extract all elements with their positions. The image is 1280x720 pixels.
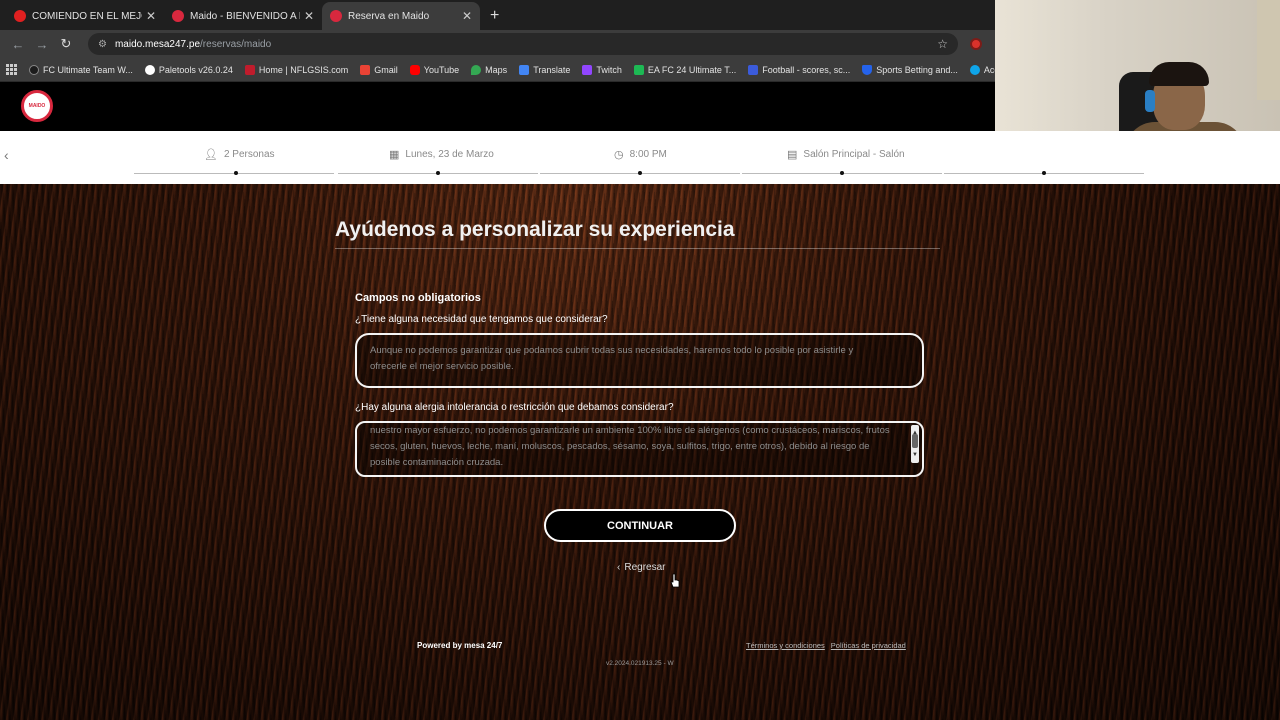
step-date[interactable]: ▦ Lunes, 23 de Marzo — [389, 148, 494, 161]
site-info-icon[interactable]: ⚙ — [98, 39, 107, 50]
shield-icon — [862, 64, 873, 75]
person-icon: 👤︎ — [204, 149, 218, 161]
allergy-textarea[interactable]: nuestro mayor esfuerzo, no podemos garan… — [355, 421, 924, 477]
bookmark-icon — [969, 64, 980, 75]
chevron-left-icon[interactable]: ‹ — [4, 147, 9, 163]
calendar-icon: ▦ — [389, 149, 400, 161]
close-tab-icon[interactable]: ✕ — [304, 9, 314, 23]
tab-title: Reserva en Maido — [348, 10, 430, 22]
bookmark-item[interactable]: Football - scores, sc... — [748, 64, 850, 75]
bookmark-icon — [144, 64, 155, 75]
reload-icon[interactable]: ↻ — [54, 36, 78, 52]
bookmark-item[interactable]: Maps — [471, 64, 507, 75]
textarea-scrollbar[interactable]: ▲ ▼ — [911, 425, 919, 463]
youtube-favicon-icon — [14, 10, 26, 22]
continue-button[interactable]: CONTINUAR — [544, 509, 736, 542]
progress-track — [134, 171, 1146, 175]
progress-dot — [234, 171, 238, 175]
site-header: MAIDO — [0, 83, 995, 131]
progress-dot — [638, 171, 642, 175]
profile-avatar-icon[interactable] — [970, 38, 982, 50]
tab-title: Maido - BIENVENIDO A NUEST — [190, 10, 300, 22]
bookmark-icon — [244, 64, 255, 75]
reservation-steps-bar: ‹ 👤︎ 2 Personas ▦ Lunes, 23 de Marzo ◷ 8… — [0, 131, 1280, 184]
powered-by: Powered by mesa 24/7 — [417, 641, 503, 650]
bookmark-item[interactable]: Paletools v26.0.24 — [144, 64, 233, 75]
bookmark-item[interactable]: YouTube — [409, 64, 459, 75]
apps-grid-icon[interactable] — [6, 63, 17, 76]
tab-title: COMIENDO EN EL MEJOR REST — [32, 10, 142, 22]
translate-icon — [519, 64, 530, 75]
headset — [1145, 90, 1155, 112]
needs-textarea[interactable]: Aunque no podemos garantizar que podamos… — [355, 333, 924, 388]
bookmark-star-icon[interactable]: ☆ — [937, 37, 948, 51]
bookmark-icon — [748, 64, 759, 75]
bookmark-icon — [633, 64, 644, 75]
browser-toolbar: ← → ↻ ⚙ maido.mesa247.pe/reservas/maido … — [0, 30, 995, 58]
back-link[interactable]: ‹ Regresar — [617, 562, 665, 573]
bookmark-item[interactable]: Acceder con Ellucia... — [969, 64, 995, 75]
new-tab-button[interactable]: + — [480, 2, 509, 30]
browser-tab-bar: COMIENDO EN EL MEJOR REST ✕ Maido - BIEN… — [0, 0, 995, 30]
close-tab-icon[interactable]: ✕ — [146, 9, 156, 23]
bookmark-icon — [29, 64, 39, 75]
back-arrow-icon[interactable]: ← — [6, 37, 30, 52]
gmail-icon — [360, 64, 371, 75]
address-bar[interactable]: ⚙ maido.mesa247.pe/reservas/maido ☆ — [88, 33, 958, 55]
progress-dot — [840, 171, 844, 175]
privacy-link[interactable]: Políticas de privacidad — [831, 641, 906, 650]
bookmarks-bar: FC Ultimate Team W... Paletools v26.0.24… — [0, 58, 995, 82]
section-heading: Campos no obligatorios — [355, 292, 481, 304]
terms-link[interactable]: Términos y condiciones — [746, 641, 825, 650]
allergy-question-label: ¿Hay alguna alergia intolerancia o restr… — [355, 402, 674, 413]
bookmark-item[interactable]: EA FC 24 Ultimate T... — [633, 64, 736, 75]
version-label: v2.2024.021913.25 - W — [606, 660, 674, 667]
footer-links: Términos y condiciones Políticas de priv… — [746, 641, 906, 650]
bookmark-item[interactable]: Home | NFLGSIS.com — [244, 64, 348, 75]
hand-cursor-icon — [670, 573, 680, 588]
url-host: maido.mesa247.pe — [114, 38, 201, 50]
page-title: Ayúdenos a personalizar su experiencia — [335, 218, 940, 249]
close-tab-icon[interactable]: ✕ — [462, 9, 472, 23]
maido-logo[interactable]: MAIDO — [21, 90, 53, 122]
bookmark-item[interactable]: FC Ultimate Team W... — [29, 64, 133, 75]
step-people[interactable]: 👤︎ 2 Personas — [204, 148, 275, 161]
twitch-icon — [582, 64, 593, 75]
bookmark-item[interactable]: Sports Betting and... — [862, 64, 958, 75]
forward-arrow-icon[interactable]: → — [30, 37, 54, 52]
scrollbar-thumb[interactable] — [912, 434, 918, 448]
clock-icon: ◷ — [614, 149, 624, 161]
bookmark-item[interactable]: Translate — [519, 64, 570, 75]
step-time[interactable]: ◷ 8:00 PM — [614, 148, 667, 161]
maps-icon — [471, 64, 482, 75]
maido-favicon-icon — [330, 10, 342, 22]
step-room[interactable]: ▤ Salón Principal - Salón — [787, 148, 905, 161]
clipboard-icon: ▤ — [787, 149, 798, 161]
progress-dot — [436, 171, 440, 175]
chevron-left-icon: ‹ — [617, 562, 621, 573]
browser-tab[interactable]: Maido - BIENVENIDO A NUEST ✕ — [164, 2, 322, 30]
url-path: /reservas/maido — [200, 38, 272, 50]
youtube-icon — [409, 64, 420, 75]
progress-dot — [1042, 171, 1046, 175]
browser-tab-active[interactable]: Reserva en Maido ✕ — [322, 2, 480, 30]
needs-question-label: ¿Tiene alguna necesidad que tengamos que… — [355, 314, 608, 325]
bookmark-item[interactable]: Twitch — [582, 64, 622, 75]
bookmark-item[interactable]: Gmail — [360, 64, 398, 75]
browser-tab[interactable]: COMIENDO EN EL MEJOR REST ✕ — [6, 2, 164, 30]
main-content: Ayúdenos a personalizar su experiencia C… — [0, 184, 1280, 720]
maido-favicon-icon — [172, 10, 184, 22]
